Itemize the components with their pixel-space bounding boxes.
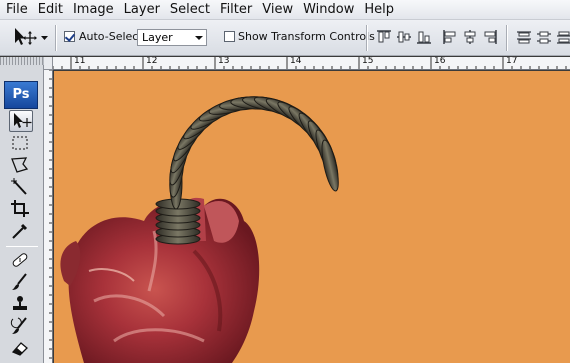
tool-preset-picker[interactable] <box>8 25 50 49</box>
toolbox-grip[interactable] <box>0 57 44 65</box>
separator <box>55 25 57 51</box>
ruler-origin[interactable] <box>44 57 53 70</box>
chevron-down-icon <box>195 36 203 40</box>
magic-wand-tool[interactable] <box>9 177 33 199</box>
history-brush-tool-icon <box>10 317 27 334</box>
menu-view[interactable]: View <box>257 0 298 20</box>
align-bottom-edges-icon[interactable] <box>416 29 432 45</box>
canvas-artwork <box>60 96 339 363</box>
ruler-label: 16 <box>434 57 446 66</box>
brush-tool[interactable] <box>9 272 33 294</box>
menu-bar: File Edit Image Layer Select Filter View… <box>0 0 570 20</box>
distribute-vertical-centers-icon[interactable] <box>536 29 552 45</box>
healing-brush-tool-icon <box>12 253 28 267</box>
ruler-label: 17 <box>506 57 518 66</box>
separator <box>506 25 508 51</box>
spring-coil-image <box>155 96 339 245</box>
menu-file[interactable]: File <box>0 0 33 20</box>
ruler-label: 14 <box>290 57 302 66</box>
menu-image[interactable]: Image <box>68 0 119 20</box>
menu-help[interactable]: Help <box>359 0 399 20</box>
auto-select-checkbox[interactable] <box>64 31 75 42</box>
show-transform-label: Show Transform Controls <box>238 30 375 43</box>
ruler-label: 11 <box>74 57 86 66</box>
show-transform-checkbox[interactable] <box>224 31 235 42</box>
photoshop-logo[interactable]: Ps <box>4 81 38 109</box>
clone-stamp-tool-icon <box>13 296 27 310</box>
auto-select-value: Layer <box>142 31 173 44</box>
menu-window[interactable]: Window <box>298 0 359 20</box>
toolbox: Ps <box>0 57 44 363</box>
crop-tool-icon <box>11 200 29 217</box>
lasso-tool[interactable] <box>9 155 33 177</box>
brush-tool-icon <box>12 273 27 290</box>
move-tool-icon <box>14 113 32 128</box>
move-tool[interactable] <box>9 110 33 132</box>
ruler-ticks <box>53 57 567 69</box>
ruler-ticks <box>49 70 52 359</box>
crop-tool[interactable] <box>9 199 33 221</box>
distribute-top-edges-icon[interactable] <box>516 29 532 45</box>
history-brush-tool[interactable] <box>9 316 33 338</box>
align-vertical-centers-icon[interactable] <box>396 29 412 45</box>
menu-layer[interactable]: Layer <box>119 0 165 20</box>
lasso-tool-icon <box>11 157 29 173</box>
eyedropper-tool-icon <box>12 223 28 239</box>
separator <box>6 246 38 247</box>
ruler-label: 12 <box>146 57 158 66</box>
horizontal-ruler[interactable]: 11 12 13 14 15 16 17 <box>53 57 570 70</box>
marquee-tool-icon <box>12 136 28 150</box>
move-tool-icon <box>15 28 48 45</box>
document-canvas[interactable] <box>54 71 570 363</box>
auto-select-dropdown[interactable]: Layer <box>137 29 207 46</box>
options-bar: Auto-Select: Layer Show Transform Contro… <box>0 20 570 56</box>
menu-edit[interactable]: Edit <box>33 0 68 20</box>
vertical-ruler[interactable] <box>44 70 53 363</box>
menu-filter[interactable]: Filter <box>215 0 257 20</box>
clone-stamp-tool[interactable] <box>9 294 33 316</box>
marquee-tool[interactable] <box>9 133 33 155</box>
align-horizontal-centers-icon[interactable] <box>462 29 478 45</box>
menu-select[interactable]: Select <box>165 0 215 20</box>
align-top-edges-icon[interactable] <box>376 29 392 45</box>
ruler-label: 15 <box>362 57 374 66</box>
eraser-tool-icon <box>11 342 28 356</box>
healing-brush-tool[interactable] <box>9 250 33 272</box>
eraser-tool[interactable] <box>9 338 33 360</box>
distribute-bottom-edges-icon[interactable] <box>556 29 570 45</box>
eyedropper-tool[interactable] <box>9 221 33 243</box>
magic-wand-tool-icon <box>11 178 27 195</box>
separator <box>366 25 368 51</box>
ruler-label: 13 <box>218 57 230 66</box>
align-left-edges-icon[interactable] <box>442 29 458 45</box>
coil-ring <box>321 139 339 192</box>
align-right-edges-icon[interactable] <box>482 29 498 45</box>
